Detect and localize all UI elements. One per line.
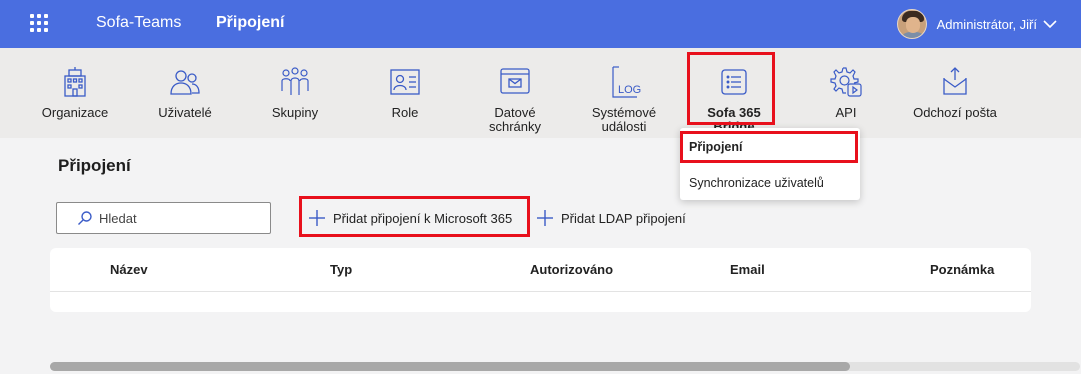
plus-icon xyxy=(537,210,553,226)
table-divider xyxy=(50,291,1031,292)
column-header-poznamka[interactable]: Poznámka xyxy=(930,262,994,277)
toolbar-item-uzivatele[interactable]: Uživatelé xyxy=(150,48,220,138)
app-launcher-icon[interactable] xyxy=(30,14,48,32)
column-header-autorizovano[interactable]: Autorizováno xyxy=(530,262,613,277)
page-name: Připojení xyxy=(216,14,285,31)
user-menu[interactable]: Administrátor, Jiří xyxy=(896,9,1057,39)
groups-icon xyxy=(278,65,312,99)
svg-text:LOG: LOG xyxy=(618,84,641,96)
toolbar: Organizace Uživatelé Skupiny Role Datové… xyxy=(0,48,1081,138)
app-name[interactable]: Sofa-Teams xyxy=(96,14,181,32)
toolbar-item-datove-schranky[interactable]: Datové schránky xyxy=(480,48,550,138)
toolbar-label: Organizace xyxy=(41,105,109,120)
plus-icon xyxy=(309,210,325,226)
app-window: Sofa-Teams Připojení Administrátor, Jiří xyxy=(0,0,1081,374)
avatar xyxy=(896,9,927,39)
toolbar-item-api[interactable]: API xyxy=(826,48,866,138)
connections-table: Název Typ Autorizováno Email Poznámka xyxy=(50,248,1031,312)
toolbar-item-sofa-365-bridge[interactable]: Sofa 365 Bridge xyxy=(696,48,772,138)
mailbox-icon xyxy=(498,65,532,99)
toolbar-item-organizace[interactable]: Organizace xyxy=(38,48,112,138)
outbox-icon xyxy=(938,65,972,99)
toolbar-label: Role xyxy=(391,105,419,120)
building-icon xyxy=(58,65,92,99)
column-header-email[interactable]: Email xyxy=(730,262,765,277)
chevron-down-icon xyxy=(1043,20,1057,29)
toolbar-item-odchozi-posta[interactable]: Odchozí pošta xyxy=(906,48,1004,138)
search-box[interactable] xyxy=(56,202,271,234)
column-header-typ[interactable]: Typ xyxy=(330,262,352,277)
toolbar-label: Datové schránky xyxy=(488,105,542,134)
toolbar-label: Odchozí pošta xyxy=(913,105,997,120)
toolbar-label: Uživatelé xyxy=(158,105,212,120)
id-card-icon xyxy=(388,65,422,99)
page-title: Připojení xyxy=(58,156,131,175)
gear-play-icon xyxy=(829,65,863,99)
top-bar: Sofa-Teams Připojení Administrátor, Jiří xyxy=(0,0,1081,48)
menu-item-pripojeni[interactable]: Připojení xyxy=(680,132,860,162)
search-input[interactable] xyxy=(99,210,269,226)
add-m365-connection-label: Přidat připojení k Microsoft 365 xyxy=(333,210,513,226)
toolbar-label: Skupiny xyxy=(271,105,319,120)
toolbar-label: Systémové události xyxy=(591,105,657,134)
toolbar-label: API xyxy=(835,105,857,120)
toolbar-item-role[interactable]: Role xyxy=(380,48,430,138)
list-icon xyxy=(717,65,751,99)
log-icon: LOG xyxy=(607,65,641,99)
horizontal-scrollbar-thumb[interactable] xyxy=(50,362,850,371)
toolbar-item-systemove-udalosti[interactable]: LOG Systémové události xyxy=(574,48,674,138)
add-ldap-connection-label: Přidat LDAP připojení xyxy=(561,210,686,226)
menu-item-synchronizace-uzivatelu[interactable]: Synchronizace uživatelů xyxy=(680,168,860,198)
column-header-nazev[interactable]: Název xyxy=(110,262,148,277)
toolbar-item-skupiny[interactable]: Skupiny xyxy=(262,48,328,138)
search-icon xyxy=(78,211,92,225)
users-icon xyxy=(168,65,202,99)
add-m365-connection-button[interactable]: Přidat připojení k Microsoft 365 xyxy=(308,207,512,229)
add-ldap-connection-button[interactable]: Přidat LDAP připojení xyxy=(536,207,686,229)
bridge-dropdown-menu: Připojení Synchronizace uživatelů xyxy=(680,128,860,200)
user-name: Administrátor, Jiří xyxy=(936,16,1037,32)
